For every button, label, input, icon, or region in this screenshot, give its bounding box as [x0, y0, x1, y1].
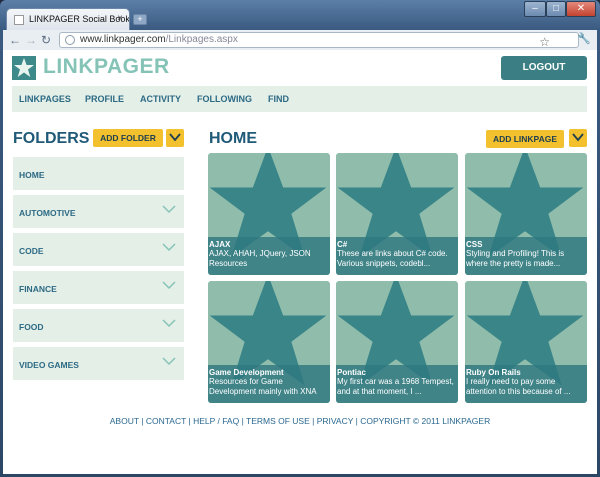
folder-item-code[interactable]: CODE [13, 233, 184, 266]
folder-label: AUTOMOTIVE [19, 208, 76, 218]
folder-item-home[interactable]: HOME [13, 157, 184, 190]
chevron-down-icon[interactable] [162, 319, 176, 328]
card-description: These are links about C# code. Various s… [337, 249, 448, 268]
chevron-down-icon[interactable] [162, 243, 176, 252]
browser-toolbar: ← → ↻ www.linkpager.com/Linkpages.aspx ☆… [3, 30, 597, 50]
card-description: Resources for Game Development mainly wi… [209, 377, 317, 396]
folder-label: FOOD [19, 322, 44, 332]
card-title: C# [337, 240, 348, 249]
nav-find[interactable]: FIND [268, 94, 289, 104]
card-description: Styling and Profiling! This is where the… [466, 249, 565, 268]
main-nav: LINKPAGES PROFILE ACTIVITY FOLLOWING FIN… [12, 86, 587, 112]
tab-close-icon[interactable]: × [117, 13, 123, 24]
footer-separator: | [138, 416, 146, 426]
card-title: Pontiac [337, 368, 366, 377]
linkpage-card[interactable]: Ruby On Rails I really need to pay some … [465, 281, 587, 403]
card-caption: C# These are links about C# code. Variou… [336, 237, 458, 275]
footer-separator: | [239, 416, 246, 426]
folder-item-automotive[interactable]: AUTOMOTIVE [13, 195, 184, 228]
linkpage-card[interactable]: Pontiac My first car was a 1968 Tempest,… [336, 281, 458, 403]
maximize-button[interactable]: □ [546, 1, 566, 17]
card-caption: CSS Styling and Profiling! This is where… [465, 237, 587, 275]
card-description: I really need to pay some attention to t… [466, 377, 571, 396]
footer-link-contact[interactable]: CONTACT [146, 416, 186, 426]
folder-item-finance[interactable]: FINANCE [13, 271, 184, 304]
footer-link-help[interactable]: HELP / FAQ [193, 416, 239, 426]
footer-copyright: COPYRIGHT © 2011 LINKPAGER [360, 416, 491, 426]
browser-tab[interactable]: LINKPAGER Social Book... × [6, 8, 130, 30]
bookmark-star-icon[interactable]: ☆ [539, 35, 550, 49]
nav-activity[interactable]: ACTIVITY [140, 94, 181, 104]
footer: ABOUT | CONTACT | HELP / FAQ | TERMS OF … [3, 416, 597, 426]
linkpage-card[interactable]: CSS Styling and Profiling! This is where… [465, 153, 587, 275]
footer-link-privacy[interactable]: PRIVACY [317, 416, 354, 426]
reload-icon[interactable]: ↻ [41, 32, 51, 48]
folder-label: CODE [19, 246, 44, 256]
favicon-icon [14, 15, 24, 25]
back-icon[interactable]: ← [9, 32, 21, 48]
logo-star-icon[interactable] [12, 56, 36, 80]
card-caption: Ruby On Rails I really need to pay some … [465, 365, 587, 403]
card-caption: Game Development Resources for Game Deve… [208, 365, 330, 403]
card-caption: AJAX AJAX, AHAH, JQuery, JSON Resources [208, 237, 330, 275]
folder-item-video-games[interactable]: VIDEO GAMES [13, 347, 184, 380]
logo-text[interactable]: LINKPAGER [43, 55, 170, 79]
address-bar[interactable]: www.linkpager.com/Linkpages.aspx ☆ [59, 32, 579, 49]
card-title: AJAX [209, 240, 231, 249]
folder-item-food[interactable]: FOOD [13, 309, 184, 342]
tab-title: LINKPAGER Social Book... [29, 14, 130, 24]
new-tab-button[interactable]: + [133, 14, 147, 25]
window-close-button[interactable]: ✕ [566, 1, 596, 17]
minimize-button[interactable]: – [524, 1, 546, 17]
card-description: My first car was a 1968 Tempest, and at … [337, 377, 454, 396]
linkpage-card[interactable]: Game Development Resources for Game Deve… [208, 281, 330, 403]
url-path: /Linkpages.aspx [165, 34, 238, 45]
linkpage-card[interactable]: AJAX AJAX, AHAH, JQuery, JSON Resources [208, 153, 330, 275]
globe-icon [65, 35, 75, 45]
card-title: CSS [466, 240, 483, 249]
chevron-down-icon [572, 133, 584, 142]
chevron-down-icon [169, 133, 181, 142]
folders-heading: FOLDERS [13, 130, 90, 147]
page-content: LINKPAGER LOGOUT LINKPAGES PROFILE ACTIV… [3, 50, 597, 474]
forward-icon[interactable]: → [25, 32, 37, 48]
footer-link-terms[interactable]: TERMS OF USE [246, 416, 310, 426]
card-caption: Pontiac My first car was a 1968 Tempest,… [336, 365, 458, 403]
card-description: AJAX, AHAH, JQuery, JSON Resources [209, 249, 311, 268]
tab-strip: LINKPAGER Social Book... × + – □ ✕ [0, 0, 600, 30]
logout-button[interactable]: LOGOUT [501, 56, 587, 80]
folders-dropdown-button[interactable] [166, 129, 184, 147]
card-title: Game Development [209, 368, 284, 377]
wrench-icon[interactable]: 🔧 [577, 32, 591, 45]
chevron-down-icon[interactable] [162, 357, 176, 366]
chevron-down-icon[interactable] [162, 205, 176, 214]
card-title: Ruby On Rails [466, 368, 521, 377]
browser-window: LINKPAGER Social Book... × + – □ ✕ ← → ↻… [0, 0, 600, 477]
folder-label: HOME [19, 170, 45, 180]
url-host: www.linkpager.com [80, 34, 166, 45]
chevron-down-icon[interactable] [162, 281, 176, 290]
footer-link-about[interactable]: ABOUT [110, 416, 139, 426]
linkpage-card[interactable]: C# These are links about C# code. Variou… [336, 153, 458, 275]
add-folder-button[interactable]: ADD FOLDER [93, 129, 163, 147]
folder-label: VIDEO GAMES [19, 360, 79, 370]
home-heading: HOME [209, 130, 257, 147]
nav-following[interactable]: FOLLOWING [197, 94, 252, 104]
linkpage-dropdown-button[interactable] [569, 129, 587, 147]
footer-separator: | [309, 416, 317, 426]
folder-label: FINANCE [19, 284, 57, 294]
nav-profile[interactable]: PROFILE [85, 94, 124, 104]
nav-linkpages[interactable]: LINKPAGES [19, 94, 71, 104]
add-linkpage-button[interactable]: ADD LINKPAGE [486, 130, 564, 148]
